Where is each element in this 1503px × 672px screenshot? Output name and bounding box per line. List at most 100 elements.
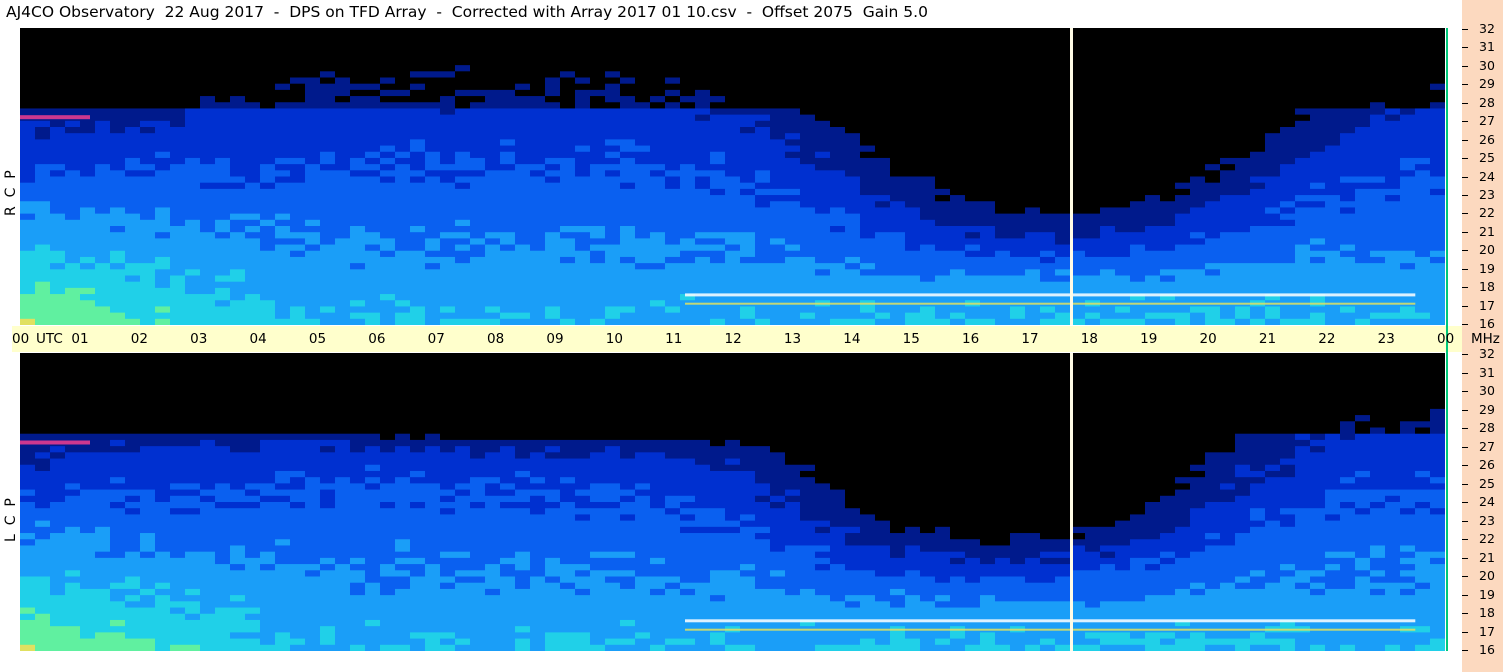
- heatmap-cell: [95, 256, 111, 264]
- heatmap-cell: [845, 250, 861, 258]
- heatmap-cell: [35, 120, 51, 128]
- heatmap-cell: [815, 77, 831, 85]
- heatmap-cell: [500, 312, 516, 320]
- heatmap-cell: [1100, 127, 1116, 134]
- heatmap-cell: [1040, 46, 1056, 54]
- heatmap-cell: [320, 244, 336, 252]
- heatmap-cell: [95, 520, 111, 528]
- heatmap-cell: [140, 89, 156, 97]
- heatmap-cell: [140, 213, 156, 221]
- heatmap-cell: [200, 133, 216, 140]
- heatmap-cell: [125, 71, 141, 79]
- heatmap-cell: [335, 281, 351, 289]
- heatmap-cell: [35, 275, 51, 283]
- heatmap-cell: [1115, 58, 1131, 66]
- heatmap-cell: [1250, 151, 1266, 159]
- heatmap-cell: [1115, 232, 1131, 239]
- heatmap-cell: [1370, 58, 1386, 66]
- heatmap-cell: [785, 102, 801, 110]
- heatmap-cell: [80, 281, 96, 289]
- heatmap-cell: [1340, 114, 1356, 122]
- heatmap-cell: [995, 102, 1011, 110]
- heatmap-cell: [125, 588, 141, 596]
- heatmap-cell: [1040, 65, 1056, 72]
- heatmap-cell: [350, 157, 366, 165]
- heatmap-cell: [950, 306, 966, 314]
- heatmap-cell: [65, 195, 81, 202]
- heatmap-cell: [1025, 127, 1041, 134]
- heatmap-cell: [260, 226, 276, 233]
- heatmap-cell: [1370, 219, 1386, 227]
- heatmap-cell: [365, 275, 381, 283]
- heatmap-cell: [575, 232, 591, 239]
- heatmap-cell: [485, 102, 501, 110]
- heatmap-cell: [1040, 83, 1056, 91]
- heatmap-cell: [515, 263, 531, 270]
- heatmap-cell: [1430, 275, 1445, 283]
- heatmap-cell: [20, 269, 36, 277]
- heatmap-cell: [1310, 46, 1326, 54]
- heatmap-cell: [590, 318, 606, 325]
- heatmap-cell: [710, 58, 726, 66]
- heatmap-cell: [65, 564, 81, 571]
- heatmap-cell: [1025, 250, 1041, 258]
- heatmap-cell: [1085, 102, 1101, 110]
- heatmap-cell: [605, 151, 621, 159]
- heatmap-cell: [1340, 139, 1356, 147]
- heatmap-cell: [1265, 213, 1281, 221]
- heatmap-cell: [35, 318, 51, 325]
- heatmap-cell: [65, 151, 81, 159]
- heatmap-cell: [740, 96, 756, 103]
- heatmap-cell: [845, 89, 861, 97]
- heatmap-cell: [155, 28, 171, 35]
- heatmap-cell: [635, 52, 651, 60]
- heatmap-cell: [935, 312, 951, 320]
- heatmap-cell: [650, 256, 666, 264]
- heatmap-cell: [695, 34, 711, 41]
- heatmap-cell: [1370, 250, 1386, 258]
- heatmap-cell: [200, 34, 216, 41]
- heatmap-cell: [845, 114, 861, 122]
- heatmap-cell: [620, 244, 636, 252]
- heatmap-cell: [680, 58, 696, 66]
- heatmap-cell: [140, 83, 156, 91]
- heatmap-cell: [635, 188, 651, 196]
- heatmap-cell: [380, 294, 396, 301]
- heatmap-cell: [710, 275, 726, 283]
- heatmap-cell: [80, 402, 96, 410]
- heatmap-cell: [1160, 65, 1176, 72]
- heatmap-cell: [1265, 34, 1281, 41]
- heatmap-cell: [1175, 318, 1191, 325]
- heatmap-cell: [740, 207, 756, 215]
- heatmap-cell: [320, 300, 336, 308]
- heatmap-cell: [1025, 77, 1041, 85]
- heatmap-cell: [545, 151, 561, 159]
- heatmap-cell: [1385, 40, 1401, 48]
- heatmap-cell: [695, 219, 711, 227]
- heatmap-cell: [875, 102, 891, 110]
- heatmap-cell: [1355, 40, 1371, 48]
- heatmap-cell: [335, 151, 351, 159]
- heatmap-cell: [125, 40, 141, 48]
- heatmap-cell: [1040, 58, 1056, 66]
- heatmap-cell: [515, 287, 531, 295]
- heatmap-cell: [1415, 300, 1431, 308]
- heatmap-cell: [1400, 250, 1416, 258]
- heatmap-cell: [920, 34, 936, 41]
- heatmap-cell: [1235, 139, 1251, 147]
- heatmap-cell: [1205, 213, 1221, 221]
- heatmap-cell: [50, 151, 66, 159]
- heatmap-cell: [485, 238, 501, 246]
- heatmap-cell: [1295, 28, 1311, 35]
- heatmap-cell: [290, 108, 306, 116]
- heatmap-cell: [605, 40, 621, 48]
- heatmap-cell: [1010, 133, 1026, 140]
- heatmap-cell: [110, 477, 126, 484]
- heatmap-cell: [545, 188, 561, 196]
- heatmap-cell: [890, 269, 906, 277]
- heatmap-cell: [305, 219, 321, 227]
- heatmap-cell: [515, 176, 531, 184]
- heatmap-cell: [1040, 219, 1056, 227]
- heatmap-cell: [1295, 96, 1311, 103]
- heatmap-cell: [35, 145, 51, 153]
